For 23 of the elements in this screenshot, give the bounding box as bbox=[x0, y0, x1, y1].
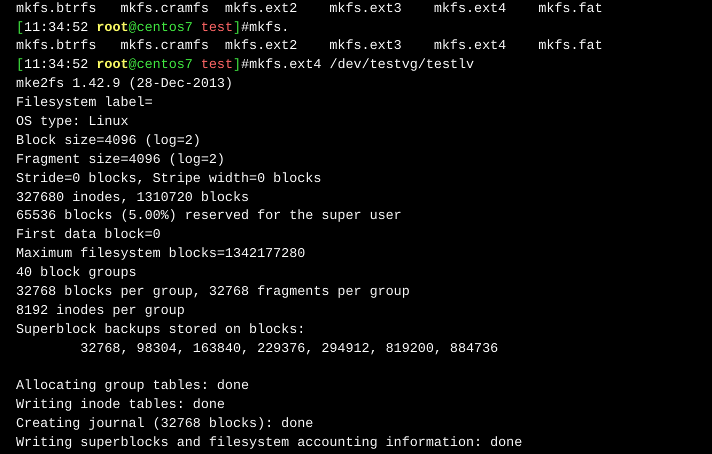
terminal-line: Writing inode tables: done bbox=[16, 397, 226, 416]
terminal-line: First data block=0 bbox=[16, 227, 162, 246]
terminal-line: 8192 inodes per group bbox=[16, 302, 186, 321]
terminal-line: Block size=4096 (log=2) bbox=[16, 132, 202, 151]
terminal-line: Writing superblocks and filesystem accounting information: done bbox=[16, 435, 524, 454]
terminal-line: mke2fs 1.42.9 (28-Dec-2013) bbox=[16, 76, 234, 94]
terminal-line: Superblock backups stored on blocks: bbox=[16, 322, 306, 340]
terminal-line: 32768 blocks per group, 32768 fragments per group bbox=[16, 284, 411, 302]
terminal-line: 65536 blocks (5.00%) reserved for the super user bbox=[16, 208, 403, 226]
terminal-line: Allocating group tables: done bbox=[16, 378, 250, 396]
terminal-line: 40 block groups bbox=[16, 265, 138, 284]
prompt-line: [11:34:52 root@centos7 test]#mkfs. bbox=[16, 20, 290, 38]
terminal-line: Maximum filesystem blocks=1342177280 bbox=[16, 246, 306, 264]
terminal-line: Fragment size=4096 (log=2) bbox=[16, 152, 226, 170]
prompt-line: [11:34:52 root@centos7 test]#mkfs.ext4 /dev/testvg/testlv bbox=[16, 57, 476, 76]
terminal-line: Creating journal (32768 blocks): done bbox=[16, 416, 314, 434]
terminal-line: mkfs.btrfs mkfs.cramfs mkfs.ext2 mkfs.ext3 mkfs.ext4 mkfs.fat bbox=[16, 0, 604, 19]
terminal-line: mkfs.btrfs mkfs.cramfs mkfs.ext2 mkfs.ext3 mkfs.ext4 mkfs.fat bbox=[16, 38, 604, 56]
terminal-line: 32768, 98304, 163840, 229376, 294912, 819200, 884736 bbox=[79, 340, 500, 359]
terminal-line: OS type: Linux bbox=[16, 114, 130, 132]
terminal-line: Filesystem label= bbox=[16, 95, 154, 114]
terminal-line: 327680 inodes, 1310720 blocks bbox=[16, 190, 250, 208]
terminal-line: Stride=0 blocks, Stripe width=0 blocks bbox=[16, 170, 322, 189]
